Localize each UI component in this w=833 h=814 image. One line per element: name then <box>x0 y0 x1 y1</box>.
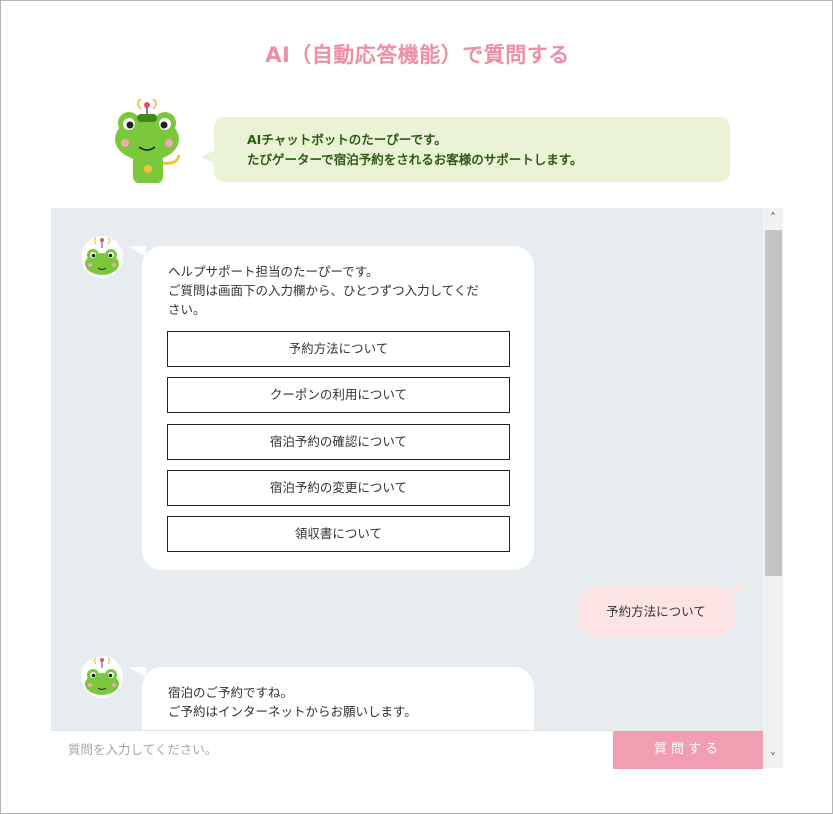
question-input[interactable] <box>51 731 613 768</box>
intro-line-1: AIチャットボットのたーぴーです。 <box>247 132 447 147</box>
message-line: ヘルプサポート担当のたーぴーです。 <box>168 264 379 279</box>
intro-bubble: AIチャットボットのたーぴーです。 たびゲーターで宿泊予約をされるお客様のサポー… <box>201 117 730 182</box>
message-line: ご質問は画面下の入力欄から、ひとつずつ入力してくだ <box>168 283 479 298</box>
option-button-confirm[interactable]: 宿泊予約の確認について <box>167 424 510 460</box>
chat-window: AI（自動応答機能）で質問する AIチャットボットのたーぴーです。 たびゲーター… <box>0 0 833 814</box>
option-button-reservation[interactable]: 予約方法について <box>167 331 510 367</box>
chevron-down-icon[interactable]: ˅ <box>763 748 783 768</box>
bot-message: ヘルプサポート担当のたーぴーです。 ご質問は画面下の入力欄から、ひとつずつ入力し… <box>128 246 534 570</box>
send-question-button[interactable]: 質問する <box>613 731 763 769</box>
input-bar: 質問する <box>51 730 763 769</box>
frog-avatar-icon <box>81 236 123 278</box>
message-line: さい。 <box>168 302 206 317</box>
message-line: ご予約はインターネットからお願いします。 <box>168 704 417 719</box>
option-button-receipt[interactable]: 領収書について <box>167 516 510 552</box>
intro-line-2: たびゲーターで宿泊予約をされるお客様のサポートします。 <box>247 152 583 167</box>
frog-mascot-icon <box>115 99 181 183</box>
scrollbar-thumb[interactable] <box>765 230 782 576</box>
message-text: 宿泊のご予約ですね。 ご予約はインターネットからお願いします。 <box>168 683 506 721</box>
message-text: ヘルプサポート担当のたーぴーです。 ご質問は画面下の入力欄から、ひとつずつ入力し… <box>168 262 506 319</box>
option-button-coupon[interactable]: クーポンの利用について <box>167 377 510 413</box>
option-button-change[interactable]: 宿泊予約の変更について <box>167 470 510 506</box>
chevron-up-icon[interactable]: ˄ <box>763 208 783 228</box>
message-line: 宿泊のご予約ですね。 <box>168 685 294 700</box>
user-message: 予約方法について <box>577 586 751 637</box>
page-title: AI（自動応答機能）で質問する <box>265 43 570 67</box>
frog-avatar-icon <box>81 656 123 698</box>
chat-log[interactable]: ヘルプサポート担当のたーぴーです。 ご質問は画面下の入力欄から、ひとつずつ入力し… <box>51 208 763 768</box>
chat-scrollbar[interactable]: ˄ ˅ <box>763 208 783 768</box>
